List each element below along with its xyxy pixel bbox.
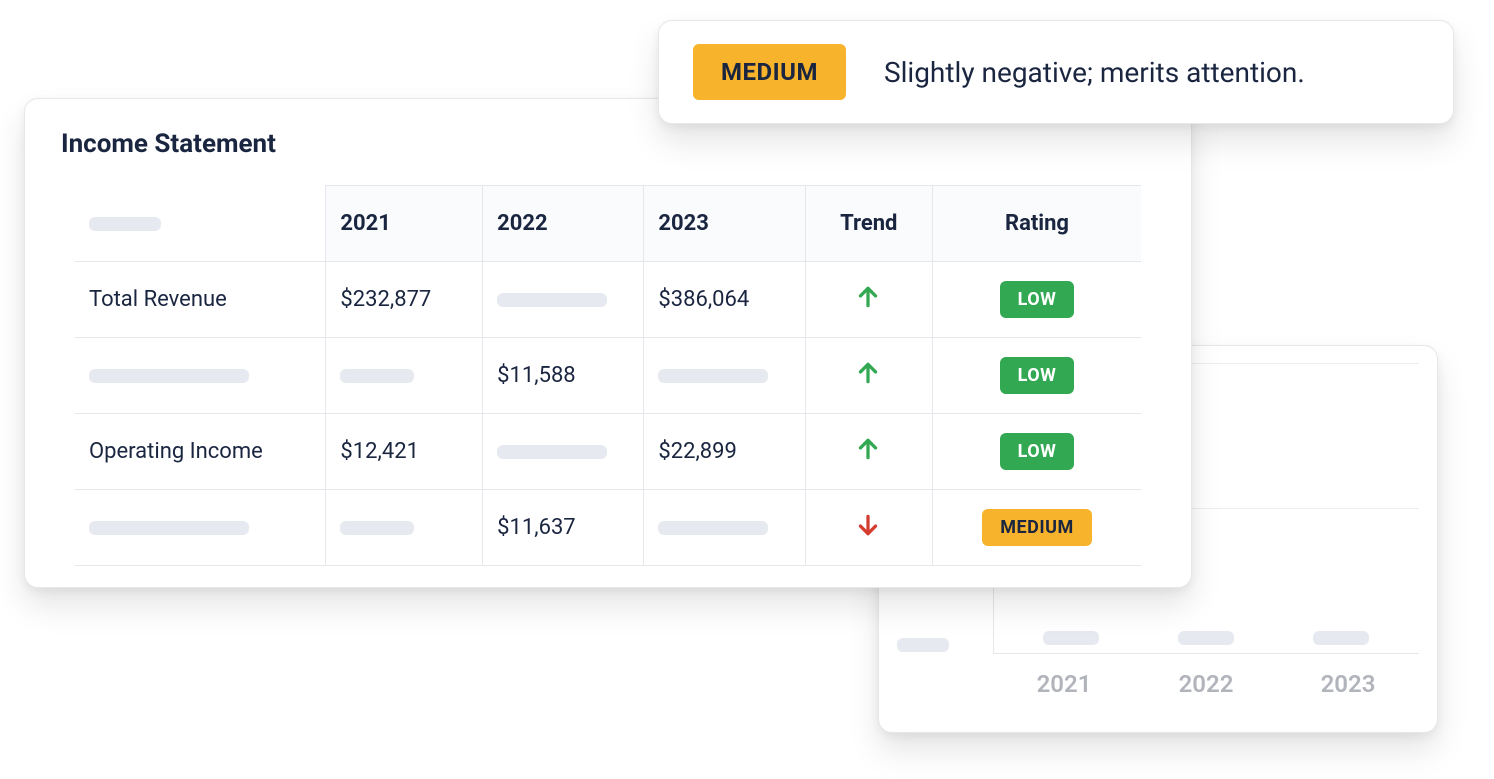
cell-2023 (644, 490, 805, 566)
table-row: Operating Income$12,421 $22,899 LOW (75, 414, 1141, 490)
callout-rating-badge: MEDIUM (693, 44, 846, 100)
income-statement-card: Income Statement 2021 2022 2023 Trend Ra… (24, 98, 1192, 588)
table-header-row: 2021 2022 2023 Trend Rating (75, 186, 1141, 262)
metric-name: Operating Income (75, 414, 326, 490)
cell-2021: $12,421 (326, 414, 483, 490)
chart-bar-value-placeholder (1178, 631, 1234, 645)
arrow-up-icon (855, 284, 883, 312)
callout-card: MEDIUM Slightly negative; merits attenti… (658, 20, 1454, 124)
chart-x-label-2023: 2023 (1321, 670, 1376, 698)
cell-2022 (483, 262, 644, 338)
table-header-2023: 2023 (644, 186, 805, 262)
arrow-up-icon (855, 436, 883, 464)
table-header-metric (75, 186, 326, 262)
cell-2022: $11,588 (483, 338, 644, 414)
rating-badge: LOW (1000, 357, 1075, 394)
income-statement-table: 2021 2022 2023 Trend Rating Total Revenu… (75, 185, 1141, 566)
chart-bar-column-2023 (1274, 631, 1409, 653)
cell-2023 (644, 338, 805, 414)
cell-2021 (326, 338, 483, 414)
rating-badge: MEDIUM (982, 509, 1091, 546)
table-header-rating: Rating (933, 186, 1142, 262)
chart-x-label-2022: 2022 (1179, 670, 1234, 698)
metric-name (75, 338, 326, 414)
table-row: $11,637 MEDIUM (75, 490, 1141, 566)
cell-rating: LOW (933, 414, 1142, 490)
cell-2023: $22,899 (644, 414, 805, 490)
cell-rating: MEDIUM (933, 490, 1142, 566)
chart-bar-value-placeholder (1043, 631, 1099, 645)
metric-name: Total Revenue (75, 262, 326, 338)
cell-trend (805, 490, 932, 566)
callout-text: Slightly negative; merits attention. (884, 56, 1305, 89)
table-row: Total Revenue$232,877 $386,064 LOW (75, 262, 1141, 338)
cell-2021 (326, 490, 483, 566)
metric-name (75, 490, 326, 566)
cell-trend (805, 338, 932, 414)
table-header-2021: 2021 (326, 186, 483, 262)
chart-bar-column-2021 (1004, 631, 1139, 653)
table-header-2022: 2022 (483, 186, 644, 262)
cell-2023: $386,064 (644, 262, 805, 338)
cell-2022: $11,637 (483, 490, 644, 566)
arrow-up-icon (855, 360, 883, 388)
cell-2021: $232,877 (326, 262, 483, 338)
y-axis-tick-placeholder (897, 638, 949, 652)
placeholder-label (89, 217, 161, 231)
chart-x-axis: 2021 2022 2023 (993, 654, 1419, 714)
arrow-down-icon (855, 512, 883, 540)
cell-rating: LOW (933, 338, 1142, 414)
table-row: $11,588 LOW (75, 338, 1141, 414)
chart-bar-value-placeholder (1313, 631, 1369, 645)
cell-trend (805, 414, 932, 490)
chart-bar-column-2022 (1139, 631, 1274, 653)
cell-2022 (483, 414, 644, 490)
cell-trend (805, 262, 932, 338)
table-header-trend: Trend (805, 186, 932, 262)
rating-badge: LOW (1000, 281, 1075, 318)
cell-rating: LOW (933, 262, 1142, 338)
chart-x-label-2021: 2021 (1037, 670, 1092, 698)
rating-badge: LOW (1000, 433, 1075, 470)
